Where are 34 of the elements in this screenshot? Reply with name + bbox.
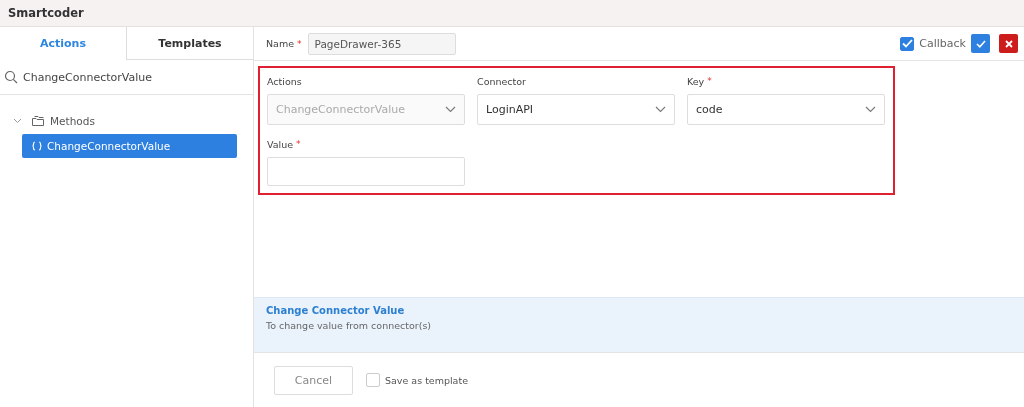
tree-item[interactable]: Methods <box>0 112 253 130</box>
tree-item[interactable]: ChangeConnectorValue <box>22 134 237 158</box>
chevron-icon <box>445 106 456 113</box>
confirm-button[interactable] <box>971 34 990 53</box>
field-label: Connector <box>477 76 526 89</box>
chevron-icon <box>865 106 876 113</box>
field-label: Key <box>687 76 705 89</box>
required-mark: * <box>707 76 712 86</box>
required-mark: * <box>296 139 301 149</box>
dropdown[interactable]: code <box>687 94 885 125</box>
window-title: Smartcoder <box>8 6 84 20</box>
name-label: Name <box>266 38 295 49</box>
name-field[interactable]: PageDrawer-365 <box>307 32 456 55</box>
chevron-icon <box>13 118 22 124</box>
field-label: Actions <box>267 76 302 89</box>
callback-label: Callback <box>919 37 966 50</box>
folder-icon <box>32 116 44 126</box>
value-field[interactable] <box>267 157 465 186</box>
cancel-button[interactable]: Cancel <box>274 365 353 395</box>
checkbox[interactable] <box>366 373 380 387</box>
braces-icon <box>32 141 42 151</box>
tab[interactable]: Templates <box>126 27 253 60</box>
info-description: To change value from connector(s) <box>266 320 433 331</box>
save-template-label: Save as template <box>385 374 468 386</box>
search-icon <box>4 70 18 84</box>
chevron-icon <box>655 106 666 113</box>
field-label: Value <box>267 139 294 152</box>
required-mark: * <box>297 38 302 49</box>
dropdown[interactable]: LoginAPI <box>477 94 675 125</box>
close-icon <box>1004 39 1013 48</box>
checkbox[interactable] <box>900 36 915 51</box>
info-title: Change Connector Value <box>266 305 406 316</box>
close-button[interactable] <box>999 34 1018 53</box>
checkmark-icon <box>975 39 986 48</box>
